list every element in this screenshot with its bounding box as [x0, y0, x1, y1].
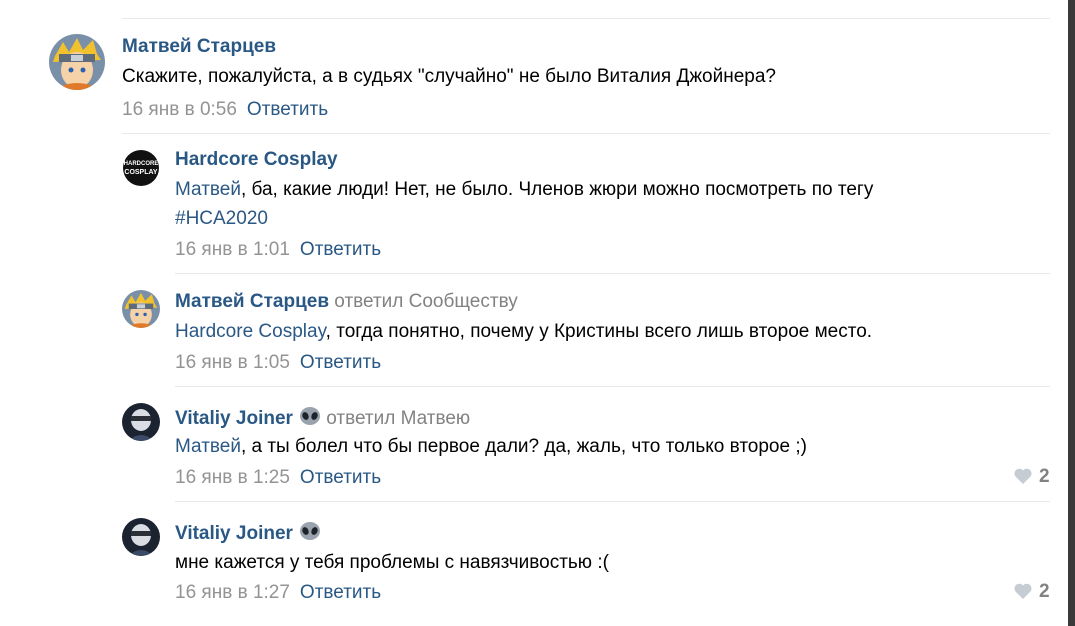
comment-author[interactable]: Hardcore Cosplay [175, 149, 338, 171]
divider [122, 18, 1050, 19]
comment-text: Матвей, ба, какие люди! Нет, не было. Чл… [175, 175, 873, 205]
avatar[interactable] [122, 518, 160, 556]
mention-link[interactable]: Hardcore Cosplay [175, 321, 326, 342]
comment-author[interactable]: Матвей Старцев [122, 36, 276, 58]
comment-text-body: , а ты болел что бы первое дали? да, жал… [240, 436, 807, 457]
heart-icon [1014, 583, 1032, 599]
heart-icon [1014, 468, 1032, 484]
avatar[interactable]: HARDCORE COSPLAY [122, 149, 160, 187]
comment-meta: 16 янв в 1:05 Ответить [175, 352, 381, 374]
alien-icon [299, 406, 321, 432]
comment-text: Hardcore Cosplay, тогда понятно, почему … [175, 317, 872, 347]
comment-meta: 16 янв в 0:56 Ответить [122, 99, 328, 121]
comment-author: Vitaliy Joiner [175, 521, 321, 547]
avatar[interactable] [49, 34, 105, 90]
divider [175, 386, 1050, 387]
hashtag-link[interactable]: #HCA2020 [175, 208, 268, 229]
comment-date[interactable]: 16 янв в 1:25 [175, 467, 290, 488]
like-button[interactable]: 2 [1013, 466, 1050, 488]
comment-author: Vitaliy Joiner ответил Матвею [175, 406, 470, 432]
author-name[interactable]: Vitaliy Joiner [175, 408, 293, 429]
author-name[interactable]: Hardcore Cosplay [175, 149, 338, 170]
comment-text: Матвей, а ты болел что бы первое дали? д… [175, 432, 807, 462]
reply-button[interactable]: Ответить [300, 352, 381, 373]
like-button[interactable]: 2 [1013, 581, 1050, 603]
avatar-logo-bottom: COSPLAY [124, 169, 158, 176]
author-name[interactable]: Матвей Старцев [122, 36, 276, 57]
comment-text-body: , тогда понятно, почему у Кристины всего… [325, 321, 873, 342]
comment-date[interactable]: 16 янв в 1:05 [175, 352, 290, 373]
comment-text-body: , ба, какие люди! Нет, не было. Членов ж… [240, 179, 874, 200]
reply-note[interactable]: ответил Сообществу [334, 291, 517, 312]
comment-date[interactable]: 16 янв в 1:01 [175, 239, 290, 260]
mention-link[interactable]: Матвей [175, 179, 241, 200]
comment-meta: 16 янв в 1:25 Ответить [175, 467, 381, 489]
reply-note[interactable]: ответил Матвею [326, 408, 470, 429]
reply-button[interactable]: Ответить [247, 99, 328, 120]
author-name[interactable]: Матвей Старцев [175, 291, 329, 312]
divider [175, 501, 1050, 502]
window-edge [1068, 0, 1075, 626]
reply-button[interactable]: Ответить [300, 239, 381, 260]
avatar[interactable] [122, 403, 160, 441]
divider [122, 133, 1050, 134]
comment-text: Скажите, пожалуйста, а в судьях "случайн… [122, 62, 776, 92]
like-count: 2 [1039, 581, 1050, 602]
divider [175, 273, 1050, 274]
comment-meta: 16 янв в 1:27 Ответить [175, 582, 381, 604]
reply-button[interactable]: Ответить [300, 467, 381, 488]
avatar-logo-top: HARDCORE [124, 161, 159, 167]
comment-author: Матвей Старцев ответил Сообществу [175, 291, 518, 313]
like-count: 2 [1039, 466, 1050, 487]
comment-text-body: мне кажется у тебя проблемы с навязчивос… [175, 552, 609, 573]
reply-button[interactable]: Ответить [300, 582, 381, 603]
comment-text: мне кажется у тебя проблемы с навязчивос… [175, 548, 609, 578]
mention-link[interactable]: Матвей [175, 436, 241, 457]
alien-icon [299, 521, 321, 547]
avatar[interactable] [122, 290, 160, 328]
comment-text-line2: #HCA2020 [175, 204, 268, 234]
author-name[interactable]: Vitaliy Joiner [175, 523, 293, 544]
comment-text-body: Скажите, пожалуйста, а в судьях "случайн… [122, 66, 776, 87]
comment-meta: 16 янв в 1:01 Ответить [175, 239, 381, 261]
comment-date[interactable]: 16 янв в 0:56 [122, 99, 237, 120]
comment-date[interactable]: 16 янв в 1:27 [175, 582, 290, 603]
